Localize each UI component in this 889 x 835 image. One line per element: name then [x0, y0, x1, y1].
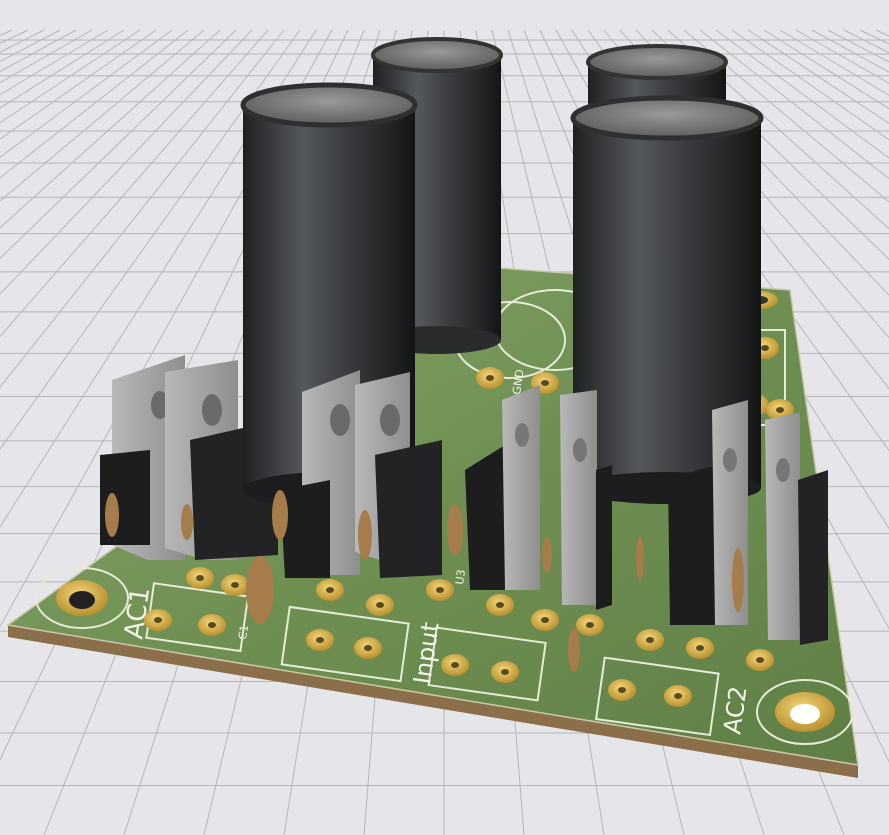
- pad-hole: [436, 587, 444, 593]
- pad-hole: [674, 693, 682, 699]
- pad-hole: [486, 375, 494, 381]
- pad-hole: [376, 602, 384, 608]
- pad-hole: [231, 582, 239, 588]
- pad-hole: [326, 587, 334, 593]
- pad-hole: [451, 662, 459, 668]
- pad-hole: [208, 622, 216, 628]
- pad-hole: [496, 602, 504, 608]
- pad-hole: [196, 575, 204, 581]
- pad-hole: [696, 645, 704, 651]
- pad-hole: [316, 637, 324, 643]
- pad-hole: [761, 345, 769, 351]
- pad-hole: [154, 617, 162, 623]
- pad-hole: [364, 645, 372, 651]
- pad-hole: [776, 407, 784, 413]
- pad-hole: [541, 380, 549, 386]
- pad-hole: [501, 669, 509, 675]
- label-u3: U3: [453, 569, 468, 586]
- pad-hole: [756, 657, 764, 663]
- pad-hole: [586, 622, 594, 628]
- pad-hole: [646, 637, 654, 643]
- label-c1: C1: [236, 624, 251, 640]
- pad-hole: [541, 617, 549, 623]
- 3d-viewport[interactable]: AC1 Input AC2 GND C1 U3: [0, 0, 889, 835]
- pad-hole: [618, 687, 626, 693]
- pcb-render: AC1 Input AC2 GND C1 U3: [0, 0, 889, 835]
